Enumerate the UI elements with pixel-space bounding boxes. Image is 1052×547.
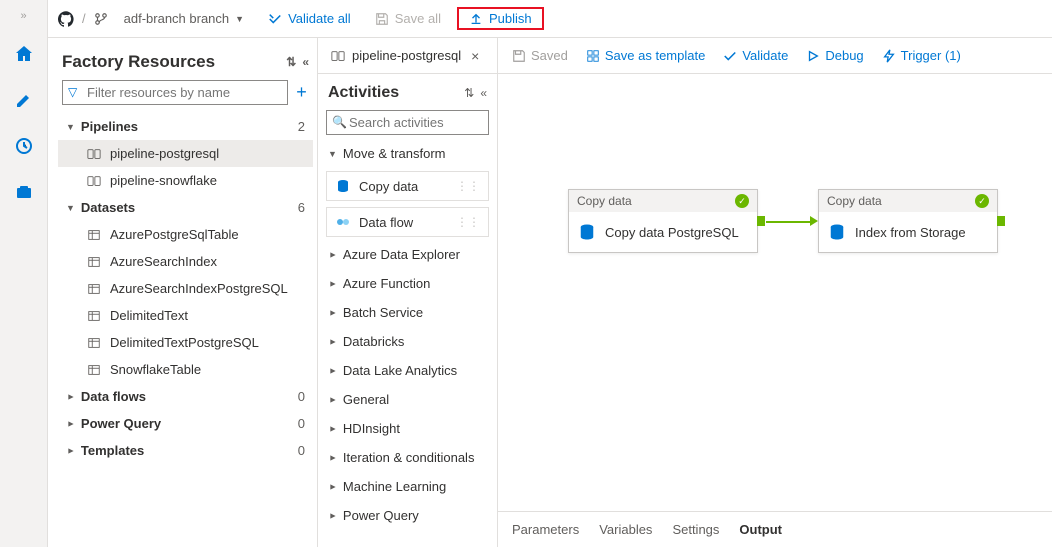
section-datasets[interactable]: ▼Datasets 6 <box>58 194 313 221</box>
edge-arrow-icon <box>810 216 818 226</box>
group-azure-function[interactable]: ▼Azure Function <box>318 269 497 298</box>
pipeline-canvas[interactable]: Copy data ✓ Copy data PostgreSQL <box>498 74 1052 511</box>
pipeline-item[interactable]: pipeline-snowflake <box>58 167 313 194</box>
section-pipelines[interactable]: ▼Pipelines 2 <box>58 113 313 140</box>
chevron-down-icon: ▼ <box>235 14 244 24</box>
resources-tree: ▼Pipelines 2 pipeline-postgresql pipelin… <box>54 113 317 547</box>
rail-monitor-icon[interactable] <box>10 132 38 160</box>
sort-icon[interactable]: ⇅ <box>286 55 296 69</box>
tab-output[interactable]: Output <box>739 516 782 543</box>
output-port[interactable] <box>757 216 765 226</box>
publish-button[interactable]: Publish <box>457 7 544 30</box>
rail-author-icon[interactable] <box>10 86 38 114</box>
bottom-tabs: Parameters Variables Settings Output <box>498 511 1052 547</box>
open-tabs: pipeline-postgresql × <box>318 38 497 74</box>
tab-settings[interactable]: Settings <box>672 516 719 543</box>
activities-panel: pipeline-postgresql × Activities ⇅ « 🔍 ▼… <box>318 38 498 547</box>
group-hdinsight[interactable]: ▼HDInsight <box>318 414 497 443</box>
saved-indicator: Saved <box>512 48 568 63</box>
group-data-lake-analytics[interactable]: ▼Data Lake Analytics <box>318 356 497 385</box>
group-azure-data-explorer[interactable]: ▼Azure Data Explorer <box>318 240 497 269</box>
group-iteration-conditionals[interactable]: ▼Iteration & conditionals <box>318 443 497 472</box>
dataset-item[interactable]: AzureSearchIndex <box>58 248 313 275</box>
search-icon: 🔍 <box>332 115 347 129</box>
debug-button[interactable]: Debug <box>806 48 863 63</box>
activities-title: Activities <box>328 84 399 102</box>
dataset-item[interactable]: SnowflakeTable <box>58 356 313 383</box>
search-activities-input[interactable] <box>326 110 489 135</box>
node-copy-data-postgresql[interactable]: Copy data ✓ Copy data PostgreSQL <box>568 189 758 253</box>
github-icon <box>58 11 74 27</box>
dataset-item[interactable]: AzurePostgreSqlTable <box>58 221 313 248</box>
collapse-panel-icon[interactable]: « <box>480 86 487 100</box>
group-power-query[interactable]: ▼Power Query <box>318 501 497 530</box>
left-nav-rail: » <box>0 0 48 547</box>
filter-icon: ▽ <box>68 85 77 99</box>
activity-copy-data[interactable]: Copy data⋮⋮ <box>326 171 489 201</box>
close-tab-icon[interactable]: × <box>471 48 479 64</box>
dataset-item[interactable]: DelimitedTextPostgreSQL <box>58 329 313 356</box>
dataset-item[interactable]: AzureSearchIndexPostgreSQL <box>58 275 313 302</box>
validate-all-button[interactable]: Validate all <box>260 7 359 30</box>
rail-manage-icon[interactable] <box>10 178 38 206</box>
save-all-button[interactable]: Save all <box>367 7 449 30</box>
tab-variables[interactable]: Variables <box>599 516 652 543</box>
status-success-icon: ✓ <box>735 194 749 208</box>
resources-title: Factory Resources ⇅ « <box>54 48 317 80</box>
branch-dropdown[interactable]: adf-branch branch ▼ <box>116 7 252 30</box>
group-databricks[interactable]: ▼Databricks <box>318 327 497 356</box>
section-templates[interactable]: ▼Templates 0 <box>58 437 313 464</box>
sort-icon[interactable]: ⇅ <box>464 86 474 100</box>
add-resource-button[interactable]: + <box>294 82 309 103</box>
tab-pipeline-postgresql[interactable]: pipeline-postgresql × <box>328 44 481 68</box>
rail-home-icon[interactable] <box>10 40 38 68</box>
expand-rail-icon[interactable]: » <box>20 10 26 22</box>
tab-parameters[interactable]: Parameters <box>512 516 579 543</box>
section-dataflows[interactable]: ▼Data flows 0 <box>58 383 313 410</box>
canvas-toolbar: Saved Save as template Validate Debug <box>498 38 1052 74</box>
collapse-panel-icon[interactable]: « <box>302 55 309 69</box>
activity-data-flow[interactable]: Data flow⋮⋮ <box>326 207 489 237</box>
top-toolbar: / adf-branch branch ▼ Validate all Save … <box>48 0 1052 38</box>
node-index-from-storage[interactable]: Copy data ✓ Index from Storage <box>818 189 998 253</box>
pipeline-item[interactable]: pipeline-postgresql <box>58 140 313 167</box>
group-general[interactable]: ▼General <box>318 385 497 414</box>
edge-success[interactable] <box>766 221 810 223</box>
factory-resources-panel: Factory Resources ⇅ « ▽ + ▼Pipelines <box>48 38 318 547</box>
validate-button[interactable]: Validate <box>723 48 788 63</box>
section-powerquery[interactable]: ▼Power Query 0 <box>58 410 313 437</box>
group-move-transform[interactable]: ▼Move & transform <box>318 139 497 168</box>
save-as-template-button[interactable]: Save as template <box>586 48 705 63</box>
output-port[interactable] <box>997 216 1005 226</box>
group-batch-service[interactable]: ▼Batch Service <box>318 298 497 327</box>
filter-resources-input[interactable] <box>62 80 288 105</box>
status-success-icon: ✓ <box>975 194 989 208</box>
dataset-item[interactable]: DelimitedText <box>58 302 313 329</box>
branch-icon <box>94 12 108 26</box>
trigger-button[interactable]: Trigger (1) <box>882 48 961 63</box>
canvas-column: Saved Save as template Validate Debug <box>498 38 1052 547</box>
group-machine-learning[interactable]: ▼Machine Learning <box>318 472 497 501</box>
